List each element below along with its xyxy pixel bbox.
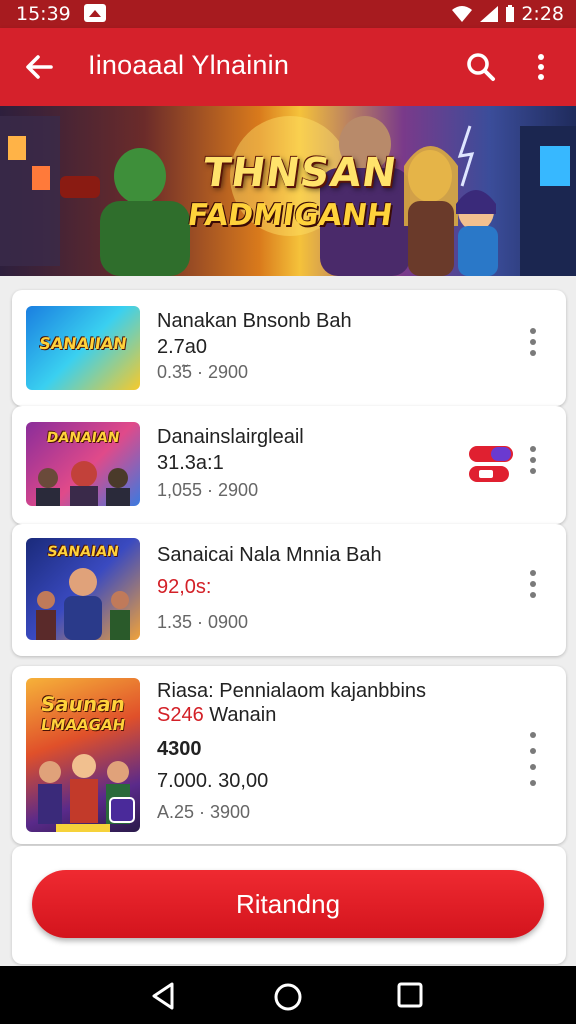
nav-recents-icon[interactable] — [397, 982, 423, 1008]
nav-home-icon[interactable] — [273, 982, 303, 1012]
game-thumbnail: DANAIAN — [26, 422, 140, 506]
item-more-button[interactable] — [526, 328, 540, 366]
thumbnail-label: DANAIAN — [45, 430, 121, 446]
signal-icon — [480, 6, 499, 22]
item-value: 4300 — [157, 738, 202, 760]
list-item[interactable]: SANAIAN Sanaicai Nala Mnnia Bah 92,0s: 1… — [12, 524, 566, 656]
list-item[interactable]: DANAIAN Danainslairgleail 31.3a:1 1,055 … — [12, 406, 566, 524]
status-right-text: 2:28 — [521, 3, 564, 25]
overflow-menu-button[interactable] — [526, 48, 556, 86]
status-icons: 2:28 — [451, 2, 564, 26]
item-title-line2: S246 Wanain — [157, 704, 276, 727]
search-icon — [467, 53, 495, 81]
item-title: Sanaicai Nala Mnnia Bah — [157, 544, 382, 566]
status-bar: 15:39 2:28 — [0, 0, 576, 28]
battery-icon — [506, 5, 515, 22]
item-subtitle: 92,0s: — [157, 576, 212, 598]
item-title-accent: S246 — [157, 704, 204, 726]
wifi-icon — [452, 6, 473, 22]
system-nav-bar — [0, 966, 576, 1024]
back-button[interactable] — [20, 48, 58, 86]
item-title: Riasa: Pennialaom kajanbbins — [157, 680, 427, 702]
item-subtitle: 31.3a:1 — [157, 452, 224, 474]
item-title: Danainslairgleail — [157, 426, 304, 448]
toggle-badge-icon[interactable] — [469, 446, 513, 482]
app-bar: Iinoaaal Ylnainin — [0, 28, 576, 106]
item-more-button[interactable] — [526, 446, 540, 484]
item-title-suffix: Wanain — [209, 704, 277, 726]
item-subtitle: 7.000. 30,00 — [157, 770, 269, 792]
item-more-button[interactable] — [526, 570, 540, 608]
item-meta: 1.35 · 0900 — [157, 612, 249, 632]
cta-area: Ritandng — [12, 846, 566, 964]
status-time: 15:39 — [16, 3, 71, 25]
item-meta: A.25 · 3900 — [157, 802, 251, 822]
list-item[interactable]: SANAIIAN Nanakan Bnsonb Bah 2.7a0 0.3̃5 … — [12, 290, 566, 406]
item-title: Nanakan Bnsonb Bah — [157, 310, 352, 332]
banner-title: THNSAN — [200, 150, 400, 196]
game-thumbnail: SANAIIAN — [26, 306, 140, 390]
thumbnail-label: SANAIAN — [46, 544, 120, 560]
banner-subtitle: FADMIGANH — [185, 198, 395, 233]
thumbnail-label: Saunan — [39, 692, 127, 716]
list-item[interactable]: Saunan LMAAGAH Riasa: Pennialaom kajanbb… — [12, 666, 566, 844]
item-more-button[interactable] — [526, 732, 540, 802]
item-meta: 1,055 · 2900 — [157, 480, 259, 500]
nav-back-icon[interactable] — [150, 982, 176, 1010]
thumbnail-label-secondary: LMAAGAH — [39, 716, 127, 734]
item-meta: 0.3̃5 · 2900 — [157, 362, 249, 382]
hero-banner[interactable]: THNSAN FADMIGANH — [0, 106, 576, 276]
item-subtitle: 2.7a0 — [157, 336, 208, 358]
notification-icon — [84, 4, 106, 22]
back-arrow-icon — [26, 55, 53, 79]
game-thumbnail: SANAIAN — [26, 538, 140, 640]
more-vert-icon — [538, 54, 544, 80]
primary-action-button[interactable]: Ritandng — [32, 870, 544, 938]
thumbnail-label: SANAIIAN — [37, 334, 129, 353]
search-button[interactable] — [462, 48, 500, 86]
page-title: Iinoaaal Ylnainin — [88, 50, 290, 80]
game-thumbnail: Saunan LMAAGAH — [26, 678, 140, 832]
